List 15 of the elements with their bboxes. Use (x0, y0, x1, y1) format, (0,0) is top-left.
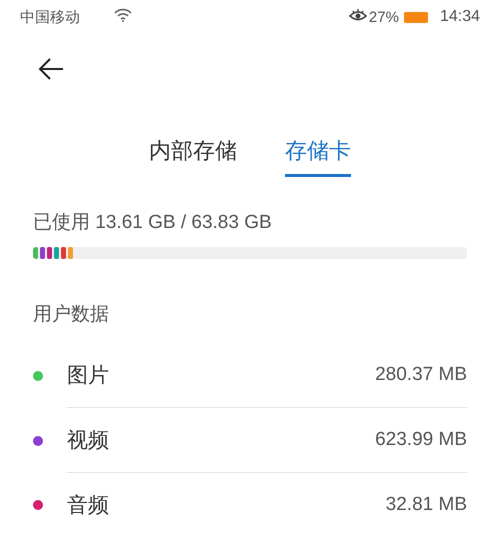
section-title: 用户数据 (33, 302, 110, 327)
tab[interactable]: 内部存储 (149, 134, 237, 177)
category-name[interactable]: 视频 (67, 426, 109, 454)
category-size: 32.81 MB (386, 494, 467, 516)
storage-used-text: 已使用 13.61 GB / 63.83 GB (33, 211, 273, 235)
category-name[interactable]: 音频 (67, 491, 109, 519)
battery-percent: 27% (368, 8, 399, 26)
battery-icon (404, 12, 428, 22)
tab[interactable]: 存储卡 (285, 134, 351, 177)
category-name[interactable]: 图片 (67, 361, 109, 389)
carrier-name: 中国移动 (20, 8, 80, 26)
category-size: 280.37 MB (375, 364, 467, 386)
category-size: 623.99 MB (375, 429, 467, 451)
back-button[interactable] (36, 56, 66, 82)
clock-time: 14:34 (440, 8, 480, 26)
